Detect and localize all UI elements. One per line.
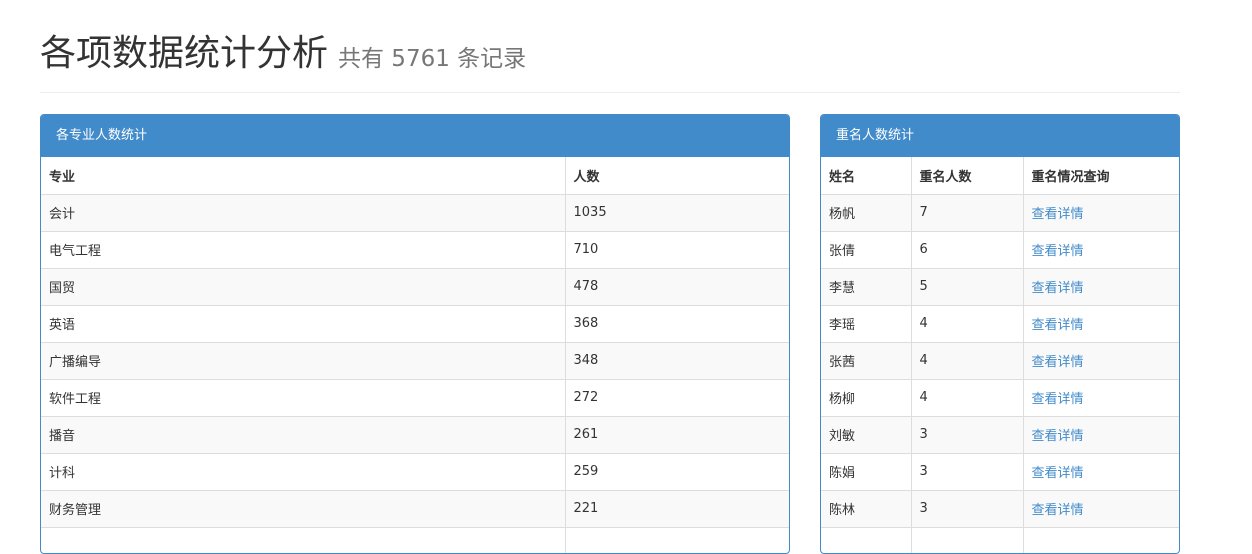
table-row: 张倩 6 查看详情: [821, 230, 1179, 268]
major-name: 会计: [41, 193, 565, 231]
duplicate-names-panel: 重名人数统计 姓名 重名人数 重名情况查询 杨帆 7 查看详情 张倩 6 查看详…: [820, 114, 1180, 554]
major-count: 1035: [564, 193, 789, 231]
table-row: 电气工程 710: [41, 230, 789, 268]
major-stats-table: 专业 人数 会计 1035 电气工程 710 国贸 478 英语 368 广播编: [41, 157, 789, 553]
person-name: [821, 526, 911, 553]
column-header-count: 人数: [564, 157, 789, 195]
major-name: 英语: [41, 304, 565, 342]
person-name: 杨柳: [821, 378, 911, 416]
table-row: 李慧 5 查看详情: [821, 267, 1179, 305]
table-header-row: 姓名 重名人数 重名情况查询: [821, 157, 1179, 195]
major-count: 478: [564, 267, 789, 305]
view-details-link[interactable]: 查看详情: [1032, 244, 1084, 259]
detail-cell: 查看详情: [1022, 378, 1179, 416]
duplicate-count: 4: [910, 378, 1023, 416]
duplicate-names-panel-title: 重名人数统计: [821, 115, 1179, 157]
view-details-link[interactable]: 查看详情: [1032, 207, 1084, 222]
table-row: 软件工程 272: [41, 378, 789, 416]
person-name: 陈娟: [821, 452, 911, 490]
table-row: 财务管理 221: [41, 489, 789, 527]
detail-cell: 查看详情: [1022, 267, 1179, 305]
view-details-link[interactable]: 查看详情: [1032, 281, 1084, 296]
person-name: 李慧: [821, 267, 911, 305]
table-row: [41, 526, 789, 553]
person-name: 张倩: [821, 230, 911, 268]
duplicate-count: 3: [910, 415, 1023, 453]
major-count: [564, 526, 789, 553]
person-name: 杨帆: [821, 193, 911, 231]
detail-cell: 查看详情: [1022, 304, 1179, 342]
detail-cell: 查看详情: [1022, 341, 1179, 379]
detail-cell: 查看详情: [1022, 452, 1179, 490]
major-stats-panel-title: 各专业人数统计: [41, 115, 789, 157]
major-name: 财务管理: [41, 489, 565, 527]
table-row: 陈娟 3 查看详情: [821, 452, 1179, 490]
major-name: [41, 526, 565, 553]
table-row: 杨柳 4 查看详情: [821, 378, 1179, 416]
duplicate-count: 5: [910, 267, 1023, 305]
table-row: 陈林 3 查看详情: [821, 489, 1179, 527]
table-row: 英语 368: [41, 304, 789, 342]
view-details-link[interactable]: 查看详情: [1032, 392, 1084, 407]
table-row: 国贸 478: [41, 267, 789, 305]
major-name: 国贸: [41, 267, 565, 305]
person-name: 李瑶: [821, 304, 911, 342]
page-header: 各项数据统计分析 共有 5761 条记录: [40, 0, 1180, 93]
table-row: 刘敏 3 查看详情: [821, 415, 1179, 453]
major-stats-panel: 各专业人数统计 专业 人数 会计 1035 电气工程 710 国贸 478 英语…: [40, 114, 790, 554]
detail-cell: 查看详情: [1022, 230, 1179, 268]
major-name: 电气工程: [41, 230, 565, 268]
view-details-link[interactable]: 查看详情: [1032, 503, 1084, 518]
major-count: 710: [564, 230, 789, 268]
major-count: 259: [564, 452, 789, 490]
view-details-link[interactable]: 查看详情: [1032, 466, 1084, 481]
duplicate-count: 3: [910, 489, 1023, 527]
table-header-row: 专业 人数: [41, 157, 789, 195]
duplicate-count: 3: [910, 452, 1023, 490]
table-row: 会计 1035: [41, 193, 789, 231]
column-header-detail-query: 重名情况查询: [1022, 157, 1179, 195]
major-name: 计科: [41, 452, 565, 490]
major-name: 播音: [41, 415, 565, 453]
person-name: 陈林: [821, 489, 911, 527]
duplicate-count: 4: [910, 341, 1023, 379]
major-count: 348: [564, 341, 789, 379]
table-row: 计科 259: [41, 452, 789, 490]
table-row: 播音 261: [41, 415, 789, 453]
page-title: 各项数据统计分析: [40, 33, 329, 74]
major-count: 272: [564, 378, 789, 416]
view-details-link[interactable]: 查看详情: [1032, 429, 1084, 444]
detail-cell: 查看详情: [1022, 489, 1179, 527]
table-row: 张茜 4 查看详情: [821, 341, 1179, 379]
column-header-name: 姓名: [821, 157, 911, 195]
detail-cell: 查看详情: [1022, 415, 1179, 453]
person-name: 张茜: [821, 341, 911, 379]
column-header-major: 专业: [41, 157, 565, 195]
person-name: 刘敏: [821, 415, 911, 453]
table-row: 杨帆 7 查看详情: [821, 193, 1179, 231]
major-count: 261: [564, 415, 789, 453]
table-row: [821, 526, 1179, 553]
major-count: 368: [564, 304, 789, 342]
table-row: 李瑶 4 查看详情: [821, 304, 1179, 342]
major-name: 软件工程: [41, 378, 565, 416]
column-header-duplicate-count: 重名人数: [910, 157, 1023, 195]
major-count: 221: [564, 489, 789, 527]
duplicate-names-table: 姓名 重名人数 重名情况查询 杨帆 7 查看详情 张倩 6 查看详情 李慧 5 …: [821, 157, 1179, 553]
view-details-link[interactable]: 查看详情: [1032, 355, 1084, 370]
view-details-link[interactable]: 查看详情: [1032, 318, 1084, 333]
duplicate-count: [910, 526, 1023, 553]
record-count-subtitle: 共有 5761 条记录: [338, 46, 527, 72]
table-row: 广播编导 348: [41, 341, 789, 379]
duplicate-count: 7: [910, 193, 1023, 231]
detail-cell: [1022, 526, 1179, 553]
duplicate-count: 4: [910, 304, 1023, 342]
duplicate-count: 6: [910, 230, 1023, 268]
major-name: 广播编导: [41, 341, 565, 379]
detail-cell: 查看详情: [1022, 193, 1179, 231]
